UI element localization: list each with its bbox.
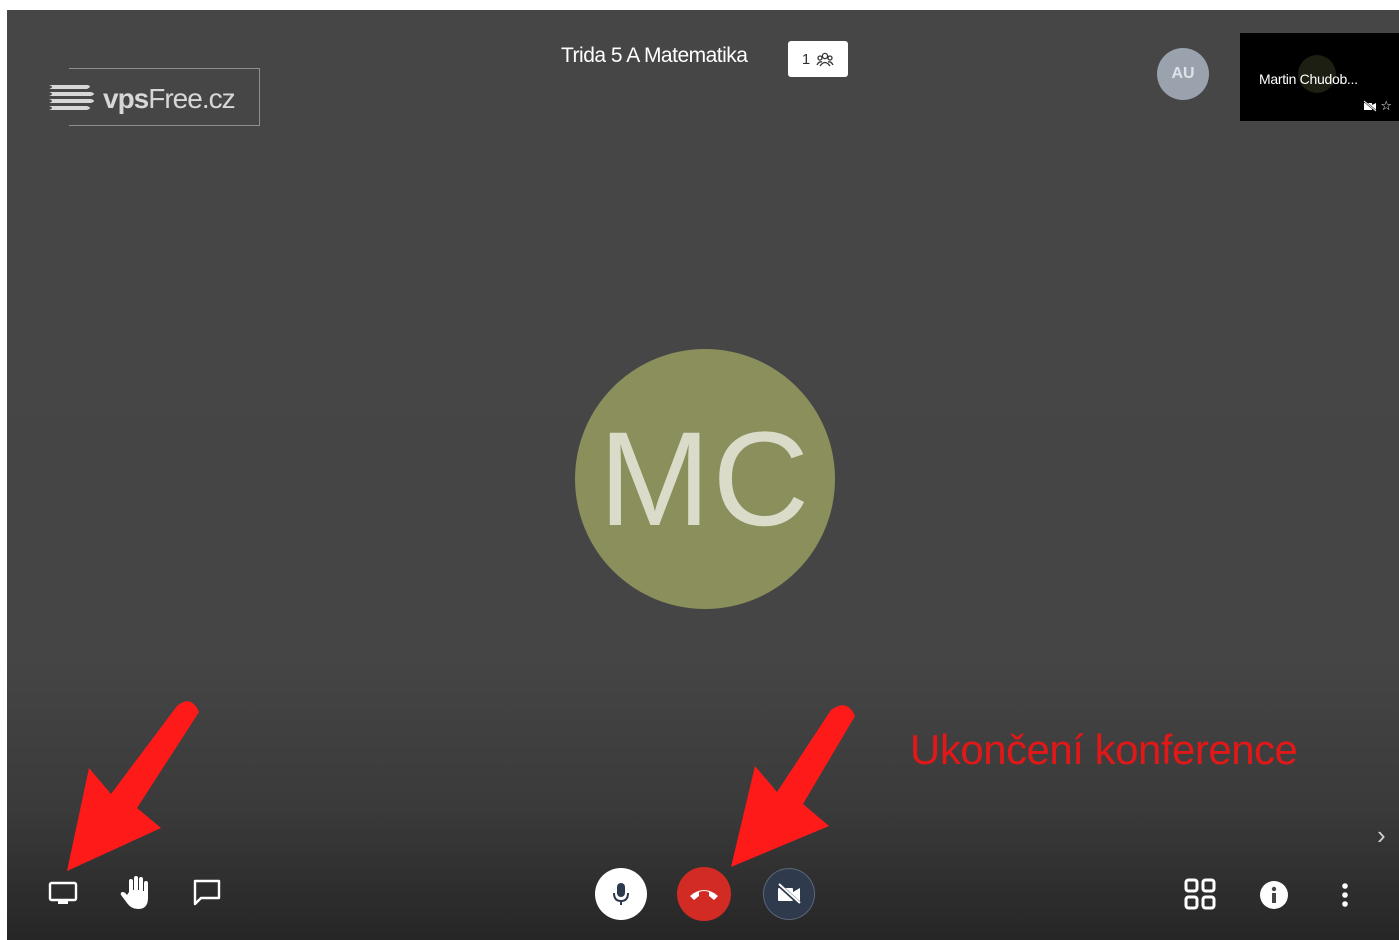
phone-hangup-icon — [690, 890, 718, 900]
chevron-right-icon[interactable]: › — [1377, 820, 1386, 851]
participant-count: 1 — [801, 50, 811, 68]
microphone-icon — [613, 883, 629, 905]
more-vertical-icon — [1342, 883, 1348, 907]
raise-hand-button[interactable] — [117, 874, 153, 912]
annotation-arrow-icon — [731, 705, 855, 867]
chat-button[interactable] — [189, 876, 225, 910]
hand-icon — [120, 876, 148, 909]
vpsfree-logo: vpsFree.cz — [47, 66, 262, 128]
remote-participant-thumbnail[interactable]: Martin Chudob... ☆ — [1240, 33, 1399, 121]
annotation-arrow-icon — [67, 701, 199, 871]
logo-text: vpsFree.cz — [103, 83, 236, 114]
participant-count-button[interactable]: 1 — [788, 41, 848, 77]
microphone-button[interactable] — [595, 868, 647, 920]
camera-toggle-button[interactable] — [763, 868, 815, 920]
annotation-label: Ukončení konference — [910, 726, 1298, 773]
camera-off-icon — [1363, 100, 1377, 112]
hang-up-button[interactable] — [677, 867, 731, 921]
share-screen-button[interactable] — [45, 878, 81, 910]
camera-off-icon — [776, 882, 802, 906]
info-icon — [1260, 881, 1288, 909]
main-participant-avatar: MC — [575, 349, 835, 609]
participants-icon — [816, 52, 834, 67]
local-user-avatar[interactable]: AU — [1157, 48, 1209, 100]
tile-view-button[interactable] — [1182, 876, 1218, 912]
chat-icon — [193, 879, 221, 906]
participant-status: ☆ — [1363, 98, 1392, 114]
grid-icon — [1184, 878, 1216, 910]
monitor-icon — [48, 881, 78, 904]
conference-title: Trida 5 A Matematika — [561, 44, 748, 67]
star-icon[interactable]: ☆ — [1380, 98, 1392, 114]
more-options-button[interactable] — [1333, 878, 1357, 912]
conference-stage: vpsFree.cz Trida 5 A Matematika 1 AU Mar… — [7, 10, 1399, 940]
participant-name: Martin Chudob... — [1259, 71, 1358, 87]
logo-stripes-icon — [49, 85, 94, 110]
info-button[interactable] — [1257, 878, 1291, 912]
